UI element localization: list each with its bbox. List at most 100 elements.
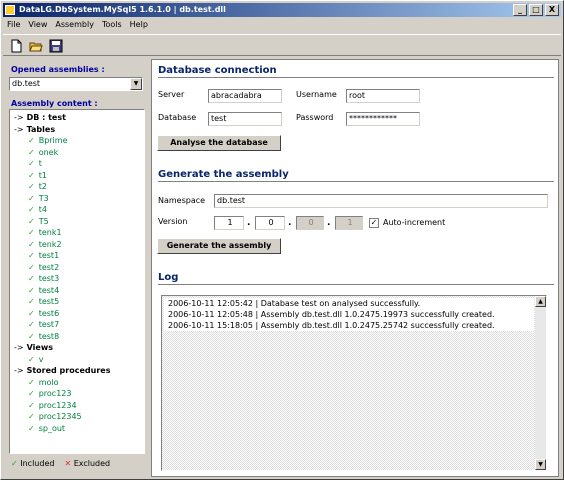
included-check-icon: ✓: [28, 412, 35, 421]
legend-excluded: Excluded: [73, 459, 111, 468]
tree-node[interactable]: ✓ t1: [10, 170, 144, 182]
tree-node[interactable]: ✓ T3: [10, 193, 144, 205]
maximize-button[interactable]: □: [529, 4, 543, 16]
open-button[interactable]: [27, 37, 45, 55]
log-lines: 2006-10-11 12:05:42 | Database test on a…: [164, 298, 534, 331]
tree-node-label: proc12345: [38, 412, 82, 421]
tree-node[interactable]: ✓ test6: [10, 308, 144, 320]
tree-node-label: t: [38, 159, 42, 168]
tree-node[interactable]: ✓ test8: [10, 331, 144, 343]
log-line: 2006-10-11 15:18:05 | Assembly db.test.d…: [168, 321, 495, 330]
tree-node[interactable]: ✓ sp_out: [10, 423, 144, 435]
tree-node-label: test5: [38, 297, 60, 306]
tree-node[interactable]: ✓ v: [10, 354, 144, 366]
save-button[interactable]: [47, 37, 65, 55]
tree-legend: ✓ Included ✕ Excluded: [11, 459, 110, 468]
tree-node[interactable]: ✓ t4: [10, 204, 144, 216]
app-icon: [5, 5, 15, 15]
server-field[interactable]: abracadabra: [208, 89, 282, 103]
included-check-icon: ✓: [28, 136, 35, 145]
close-button[interactable]: X: [545, 4, 559, 16]
tree-node-label: t1: [38, 170, 47, 180]
tree-node[interactable]: -> Tables: [10, 124, 144, 136]
expand-arrow-icon: ->: [14, 113, 24, 122]
tree-node[interactable]: ✓ onek: [10, 147, 144, 159]
menu-assembly[interactable]: Assembly: [55, 18, 94, 32]
autoincrement-checkbox[interactable]: ✓: [369, 218, 379, 228]
included-check-icon: ✓: [28, 285, 35, 295]
version-minor-field[interactable]: 0: [255, 216, 285, 230]
tree-node[interactable]: ✓ t2: [10, 181, 144, 193]
tree-node[interactable]: ✓ Bprime: [10, 135, 144, 147]
username-field[interactable]: root: [346, 89, 420, 103]
expand-arrow-icon: ->: [14, 124, 24, 134]
tree-node-label: test2: [38, 262, 60, 272]
scroll-down-icon[interactable]: ▼: [535, 459, 546, 470]
title-bar[interactable]: DataLG.DbSystem.MySql5 1.6.1.0 | db.test…: [3, 3, 561, 17]
menu-view[interactable]: View: [28, 18, 47, 32]
tree-node[interactable]: -> Stored procedures: [10, 365, 144, 377]
included-check-icon: ✓: [28, 274, 35, 283]
scroll-up-icon[interactable]: ▲: [535, 296, 546, 307]
namespace-field[interactable]: db.test: [214, 194, 548, 208]
included-check-icon: ✓: [28, 193, 35, 203]
tree-node[interactable]: ✓ proc1234: [10, 400, 144, 412]
tree-node[interactable]: ✓ t: [10, 158, 144, 170]
tree-node-label: test3: [38, 274, 60, 283]
menu-file[interactable]: File: [7, 18, 20, 32]
database-label: Database: [158, 113, 197, 122]
opened-assemblies-select[interactable]: db.test ▼: [9, 77, 143, 91]
tree-node-label: Views: [26, 343, 53, 352]
new-button[interactable]: [7, 37, 25, 55]
log-line: 2006-10-11 12:05:48 | Assembly db.test.d…: [168, 310, 495, 319]
menu-help[interactable]: Help: [130, 18, 148, 32]
tree-node-label: onek: [38, 147, 59, 157]
password-field[interactable]: ************: [346, 112, 420, 126]
autoincrement-label: Auto-increment: [383, 218, 446, 227]
save-icon: [49, 39, 63, 53]
chevron-down-icon[interactable]: ▼: [130, 78, 142, 90]
generate-button[interactable]: Generate the assembly: [157, 238, 281, 254]
tree-node[interactable]: ✓ test4: [10, 285, 144, 297]
menu-tools[interactable]: Tools: [102, 18, 122, 32]
tree-node[interactable]: ✓ proc123: [10, 388, 144, 400]
tree-node-label: t2: [38, 182, 47, 191]
analyse-button[interactable]: Analyse the database: [157, 135, 281, 151]
tree-node[interactable]: ✓ test2: [10, 262, 144, 274]
included-check-icon: ✓: [28, 400, 35, 410]
tree-node-label: tenk2: [38, 239, 62, 249]
legend-included: Included: [20, 459, 55, 468]
namespace-label: Namespace: [158, 196, 206, 205]
log-box[interactable]: 2006-10-11 12:05:42 | Database test on a…: [161, 295, 547, 471]
left-panel: Opened assemblies : db.test ▼ Assembly c…: [5, 61, 145, 476]
tree-node[interactable]: ✓ molo: [10, 377, 144, 389]
tree-node[interactable]: ✓ tenk1: [10, 227, 144, 239]
tree-node[interactable]: ✓ test3: [10, 273, 144, 285]
assembly-tree[interactable]: -> DB : test -> Tables ✓ Bprime ✓ onek ✓ t ✓ t1 ✓ t2 ✓…: [9, 109, 145, 454]
assembly-content-label: Assembly content :: [11, 99, 98, 108]
right-panel: Database connection Server abracadabra U…: [151, 59, 559, 477]
tree-node[interactable]: -> DB : test: [10, 112, 144, 124]
log-section-title: Log: [158, 272, 554, 285]
version-major-field[interactable]: 1: [214, 216, 244, 230]
tree-node[interactable]: ✓ tenk2: [10, 239, 144, 251]
open-icon: [29, 42, 43, 52]
tree-node[interactable]: ✓ test1: [10, 250, 144, 262]
main-window: DataLG.DbSystem.MySql5 1.6.1.0 | db.test…: [0, 0, 564, 480]
tree-node[interactable]: ✓ T5: [10, 216, 144, 228]
tree-node[interactable]: ✓ test5: [10, 296, 144, 308]
included-check-icon: ✓: [28, 239, 35, 249]
toolbar: [3, 34, 561, 56]
included-check-icon: ✓: [28, 331, 35, 341]
database-field[interactable]: test: [208, 112, 282, 126]
tree-node[interactable]: ✓ test7: [10, 319, 144, 331]
log-scrollbar[interactable]: ▲ ▼: [535, 296, 546, 470]
minimize-button[interactable]: _: [513, 4, 527, 16]
tree-node-label: t4: [38, 205, 47, 214]
db-section-title: Database connection: [158, 65, 554, 78]
tree-node[interactable]: ✓ proc12345: [10, 411, 144, 423]
tree-node[interactable]: -> Views: [10, 342, 144, 354]
tree-node-label: v: [38, 354, 44, 364]
tree-node-label: test6: [38, 308, 60, 318]
tree-node-label: test8: [38, 331, 60, 341]
